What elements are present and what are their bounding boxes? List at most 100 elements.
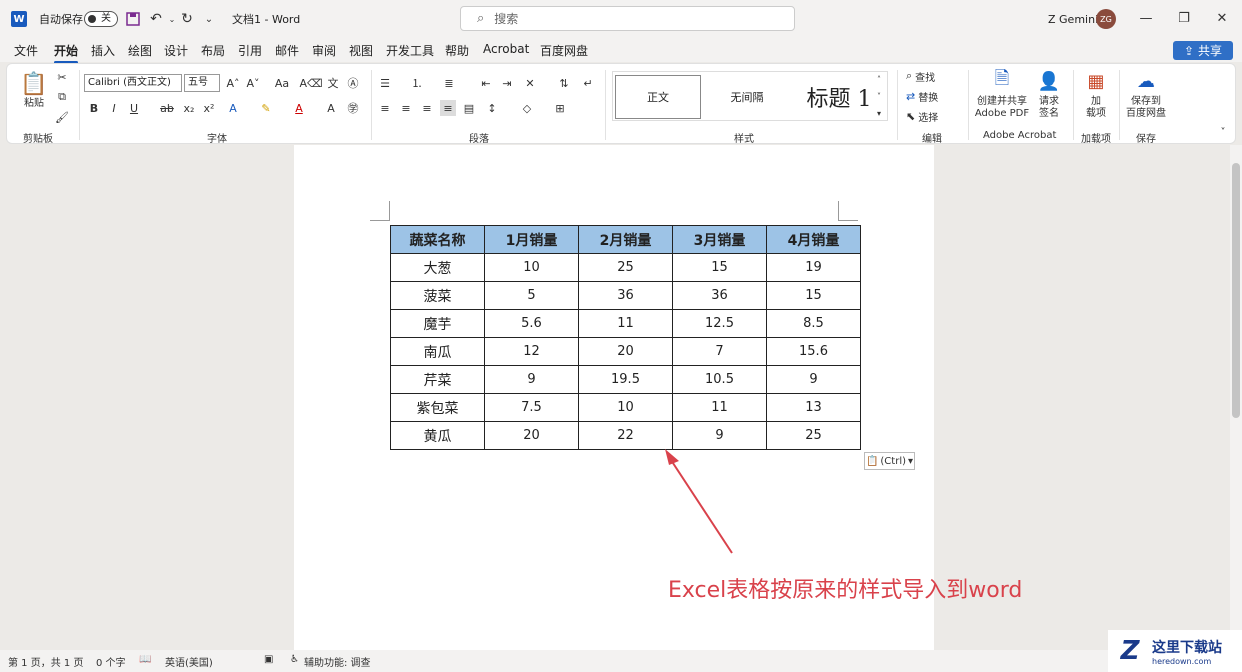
strikethrough-icon[interactable]: ab — [159, 100, 175, 116]
tab-design[interactable]: 设计 — [164, 42, 188, 59]
table-cell[interactable]: 芹菜 — [390, 365, 485, 394]
tab-help[interactable]: 帮助 — [445, 42, 469, 59]
style-no-spacing[interactable]: 无间隔 — [705, 75, 789, 119]
tab-references[interactable]: 引用 — [238, 42, 262, 59]
format-painter-icon[interactable]: 🖌 — [54, 109, 70, 125]
character-border-icon[interactable]: Ⓐ — [345, 75, 361, 91]
styles-scroll-down-icon[interactable]: ˅ — [873, 88, 885, 104]
style-heading-1[interactable]: 标题 1 — [793, 75, 885, 119]
language-label[interactable]: 英语(美国) — [165, 654, 213, 669]
table-cell[interactable]: 15 — [766, 281, 861, 310]
autosave-toggle[interactable]: 关 — [84, 11, 118, 27]
tab-review[interactable]: 审阅 — [312, 42, 336, 59]
restore-icon[interactable]: ❐ — [1174, 8, 1194, 28]
tab-view[interactable]: 视图 — [349, 42, 373, 59]
table-cell[interactable]: 19 — [766, 253, 861, 282]
redo-icon[interactable]: ↻ — [178, 10, 196, 28]
tab-mailings[interactable]: 邮件 — [275, 42, 299, 59]
select-button[interactable]: ⬉ 选择 — [906, 108, 938, 124]
multilevel-list-icon[interactable]: ≣ — [441, 75, 457, 91]
search-input[interactable]: ⌕ 搜索 — [460, 6, 795, 31]
table-cell[interactable]: 13 — [766, 393, 861, 422]
request-sign-label[interactable]: 请求 签名 — [1033, 96, 1065, 120]
font-color-icon[interactable]: A — [291, 100, 307, 116]
enclose-characters-icon[interactable]: ㊫ — [345, 100, 361, 116]
minimize-icon[interactable]: — — [1136, 8, 1156, 28]
table-cell[interactable]: 25 — [766, 421, 861, 450]
chinese-layout-icon[interactable]: ✕ — [522, 75, 538, 91]
increase-indent-icon[interactable]: ⇥ — [499, 75, 515, 91]
page-count[interactable]: 第 1 页，共 1 页 — [8, 654, 83, 669]
shading-icon[interactable]: ◇ — [519, 100, 535, 116]
word-count[interactable]: 0 个字 — [96, 654, 126, 669]
table-header-cell[interactable]: 2月销量 — [578, 225, 673, 254]
cut-icon[interactable]: ✂ — [54, 69, 70, 85]
display-settings-icon[interactable]: ▣ — [264, 654, 273, 665]
paste-label[interactable]: 粘贴 — [21, 98, 47, 110]
font-size-select[interactable]: 五号 — [184, 74, 220, 92]
table-cell[interactable]: 南瓜 — [390, 337, 485, 366]
table-cell[interactable]: 20 — [484, 421, 579, 450]
user-name[interactable]: Z Gemini — [1048, 0, 1098, 38]
decrease-indent-icon[interactable]: ⇤ — [478, 75, 494, 91]
styles-scroll-up-icon[interactable]: ˄ — [873, 71, 885, 87]
proofing-icon[interactable]: 📖 — [139, 654, 151, 665]
sort-icon[interactable]: ⇅ — [556, 75, 572, 91]
create-share-label[interactable]: 创建并共享 Adobe PDF — [973, 96, 1031, 120]
change-case-icon[interactable]: Aa — [270, 75, 294, 91]
style-normal[interactable]: 正文 — [615, 75, 701, 119]
table-header-cell[interactable]: 4月销量 — [766, 225, 861, 254]
scroll-thumb[interactable] — [1232, 163, 1240, 418]
table-cell[interactable]: 12 — [484, 337, 579, 366]
shrink-font-icon[interactable]: A˅ — [245, 75, 261, 91]
save-to-baidu-label[interactable]: 保存到 百度网盘 — [1123, 96, 1169, 120]
accessibility-label[interactable]: 辅助功能: 调查 — [304, 654, 371, 669]
table-header-cell[interactable]: 1月销量 — [484, 225, 579, 254]
italic-icon[interactable]: I — [106, 100, 122, 116]
table-cell[interactable]: 紫包菜 — [390, 393, 485, 422]
table-cell[interactable]: 15 — [672, 253, 767, 282]
save-icon[interactable] — [124, 10, 142, 28]
show-marks-icon[interactable]: ↵ — [580, 75, 596, 91]
paste-options-button[interactable]: 📋 (Ctrl) ▾ — [864, 452, 915, 470]
table-cell[interactable]: 19.5 — [578, 365, 673, 394]
tab-layout[interactable]: 布局 — [201, 42, 225, 59]
table-cell[interactable]: 10 — [578, 393, 673, 422]
table-cell[interactable]: 20 — [578, 337, 673, 366]
superscript-icon[interactable]: x² — [201, 100, 217, 116]
table-cell[interactable]: 11 — [578, 309, 673, 338]
table-cell[interactable]: 11 — [672, 393, 767, 422]
highlight-icon[interactable]: ✎ — [258, 100, 274, 116]
table-cell[interactable]: 7.5 — [484, 393, 579, 422]
find-button[interactable]: ⌕ 查找 — [906, 68, 935, 84]
table-cell[interactable]: 36 — [672, 281, 767, 310]
baidu-cloud-icon[interactable]: ☁ — [1135, 70, 1157, 92]
phonetic-guide-icon[interactable]: 文 — [325, 75, 341, 91]
align-center-icon[interactable]: ≡ — [398, 100, 414, 116]
tab-draw[interactable]: 绘图 — [128, 42, 152, 59]
table-cell[interactable]: 黄瓜 — [390, 421, 485, 450]
tab-file[interactable]: 文件 — [14, 42, 38, 59]
avatar[interactable]: ZG — [1096, 9, 1116, 29]
close-icon[interactable]: ✕ — [1212, 8, 1232, 28]
tab-insert[interactable]: 插入 — [91, 42, 115, 59]
data-table[interactable]: 蔬菜名称 1月销量 2月销量 3月销量 4月销量 大葱 10 25 15 19 … — [390, 225, 861, 450]
table-cell[interactable]: 5 — [484, 281, 579, 310]
paste-icon[interactable]: 📋 — [20, 70, 47, 98]
character-shading-icon[interactable]: A — [323, 100, 339, 116]
table-cell[interactable]: 菠菜 — [390, 281, 485, 310]
table-cell[interactable]: 10.5 — [672, 365, 767, 394]
grow-font-icon[interactable]: A˄ — [225, 75, 241, 91]
borders-icon[interactable]: ⊞ — [552, 100, 568, 116]
share-button[interactable]: ⇪ 共享 — [1173, 41, 1233, 60]
text-effects-icon[interactable]: A — [225, 100, 241, 116]
table-header-cell[interactable]: 3月销量 — [672, 225, 767, 254]
table-cell[interactable]: 25 — [578, 253, 673, 282]
table-cell[interactable]: 魔芋 — [390, 309, 485, 338]
request-sign-icon[interactable]: 👤 — [1038, 70, 1060, 92]
font-name-select[interactable]: Calibri (西文正文) — [84, 74, 182, 92]
tab-acrobat[interactable]: Acrobat — [483, 42, 529, 56]
clear-formatting-icon[interactable]: A⌫ — [299, 75, 322, 91]
table-cell[interactable]: 5.6 — [484, 309, 579, 338]
table-cell[interactable]: 8.5 — [766, 309, 861, 338]
